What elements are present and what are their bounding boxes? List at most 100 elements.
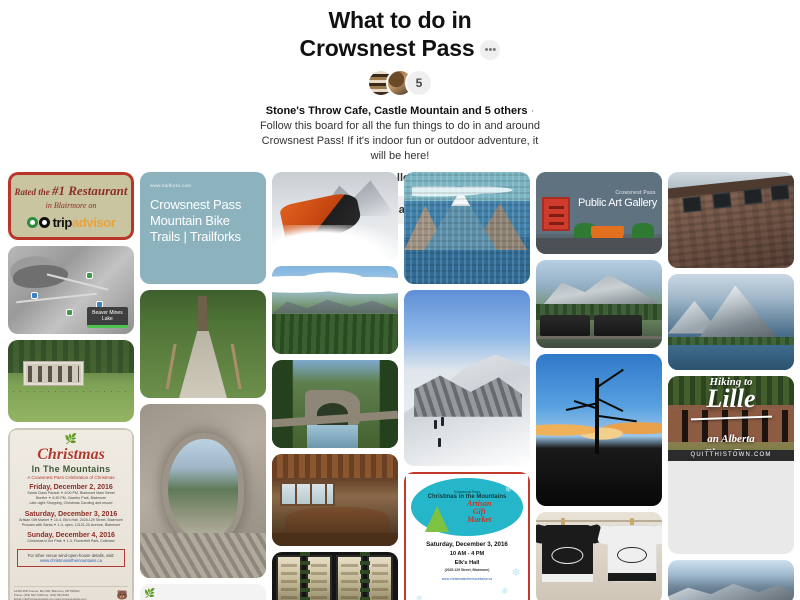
brick-building-artwork	[668, 172, 794, 268]
bear-logo-icon: 🐻	[116, 590, 128, 600]
map-label: Beaver Mines Lake	[87, 306, 128, 328]
sleeve	[596, 524, 614, 545]
pin-dusk-tree-silhouette[interactable]	[536, 354, 662, 506]
snow-spray	[272, 224, 398, 260]
gallery-sign-line-2: Public Art Gallery	[578, 196, 657, 209]
valley-artwork	[272, 266, 398, 354]
brand-advisor: advisor	[71, 214, 116, 230]
fence-line	[13, 390, 129, 392]
hiker	[440, 416, 444, 426]
rock-rubble	[140, 532, 266, 578]
poster-day2-event-2: Pictures with Santa ✦ 1-4, open, 13101-2…	[21, 522, 121, 527]
pin-tripadvisor-ad[interactable]: Rated the #1 Restaurant in Blairmore on …	[8, 172, 134, 240]
pin-train-and-mountain[interactable]	[536, 260, 662, 348]
pin-grid: Rated the #1 Restaurant in Blairmore on …	[8, 172, 800, 600]
red-door	[542, 196, 571, 232]
pin-clipped-mountains[interactable]	[668, 560, 794, 600]
pin-tshirts-clothesline[interactable]	[536, 512, 662, 600]
pin-column-3	[272, 172, 398, 600]
pin-snowmobiling[interactable]	[272, 172, 398, 260]
map-label-line-2: Lake	[101, 315, 113, 322]
holly-icon: 🌿	[144, 588, 156, 598]
vine	[360, 552, 371, 600]
pin-hiking-to-lille[interactable]: Hiking to Lille an Alberta Ghost Town QU…	[668, 376, 794, 554]
rock-arch-artwork	[140, 404, 266, 578]
pin-public-art-gallery[interactable]: Crowsnest Pass Public Art Gallery	[536, 172, 662, 254]
pin-clipped-pin[interactable]: 🌿	[140, 584, 266, 600]
pin-christmas-in-the-mountains-poster[interactable]: 🌿 Christmas In The Mountains A Crowsnest…	[8, 428, 134, 600]
pin-beaver-mines-lake-map[interactable]: Beaver Mines Lake	[8, 246, 134, 334]
tripadvisor-line-2: in Blairmore on	[45, 200, 97, 210]
tshirts-artwork	[536, 512, 662, 600]
poster-title: Christmas	[37, 446, 105, 463]
avatar-stack[interactable]: 5	[367, 69, 433, 97]
pin-artisan-gift-market-poster[interactable]: ❄ Crowsnest Pass Christmas in the Mounta…	[404, 472, 530, 600]
railroad-track	[536, 336, 662, 340]
window-panel	[366, 555, 393, 600]
pin-mountain-valley[interactable]	[272, 266, 398, 354]
pin-boardwalk-bridge[interactable]	[140, 290, 266, 398]
panels-artwork	[272, 552, 398, 600]
pin-column-5: Crowsnest Pass Public Art Gallery	[536, 172, 662, 600]
snowflake-icon: ❄	[415, 593, 423, 600]
owl-eyes-icon	[26, 216, 50, 228]
tripadvisor-wordmark: tripadvisor	[53, 215, 116, 230]
map-marker-icon	[30, 291, 38, 299]
poster-footer: 12345-20th Avenue, Box 600, Blairmore, A…	[14, 586, 128, 600]
pin-trailforks-card[interactable]: www.trailforks.com Crowsnest Pass Mounta…	[140, 172, 266, 284]
market-date: Saturday, December 3, 2016	[426, 540, 508, 548]
tree-branch	[595, 369, 625, 390]
pin-knit-mountain-graphic[interactable]	[404, 172, 530, 284]
wood-floor	[272, 533, 398, 546]
lille-line-3: an Alberta	[707, 433, 755, 445]
mountain	[541, 274, 657, 308]
train-car	[539, 314, 591, 336]
poster-footer-contact: 12345-20th Avenue, Box 600, Blairmore, A…	[14, 589, 87, 600]
holly-icon: 🌿	[64, 434, 78, 445]
snowmobile-artwork	[272, 172, 398, 260]
sleeve	[650, 524, 662, 545]
orange-bench	[591, 226, 625, 236]
christmas-poster-artwork: 🌿 Christmas In The Mountains A Crowsnest…	[8, 428, 134, 600]
sleeve	[536, 523, 549, 545]
lille-line-2: Lille	[706, 384, 756, 413]
dusk-tree-artwork	[536, 354, 662, 506]
pin-rock-arch-viewpoint[interactable]	[140, 404, 266, 578]
poster-day-2: Saturday, December 3, 2016	[24, 510, 118, 518]
pin-brick-building[interactable]	[668, 172, 794, 268]
poster-day1-event-3: Late-night Shopping, Christmas Caroling …	[29, 501, 113, 506]
pin-stone-ruins-field[interactable]	[8, 340, 134, 422]
collaborator-count-badge[interactable]: 5	[405, 69, 433, 97]
window	[712, 192, 732, 210]
poster-url: www.christmasinthemountains.ca	[40, 558, 102, 564]
tripadvisor-rank-text: #1 Restaurant	[52, 182, 128, 198]
collaborator-names[interactable]: Stone's Throw Cafe, Castle Mountain	[266, 105, 459, 117]
shirt-hem	[542, 573, 593, 582]
pin-snowy-mountain-hike[interactable]	[404, 290, 530, 466]
pin-stone-bridge-creek[interactable]	[272, 360, 398, 448]
window-panel	[336, 555, 363, 600]
map-road	[15, 292, 97, 304]
market-artisan-line-3: Market	[467, 515, 492, 525]
snowflake-icon: ❄	[500, 586, 509, 597]
map-marker-icon	[86, 272, 94, 280]
tripadvisor-rated-text: Rated the	[14, 186, 52, 197]
collaborator-others[interactable]: and 5 others	[459, 105, 527, 117]
board-options-icon[interactable]: •••	[480, 40, 501, 60]
mountain-lake-artwork	[668, 274, 794, 370]
clothesline	[536, 520, 662, 523]
description-body: Follow this board for all the fun things…	[259, 120, 541, 162]
clipped-pin-artwork: 🌿	[140, 584, 266, 600]
page-title: What to do in Crowsnest Pass •••	[0, 6, 800, 62]
interior-artwork	[272, 454, 398, 546]
poster-subtitle: In The Mountains	[31, 464, 111, 474]
pin-wood-interior-room[interactable]	[272, 454, 398, 546]
poster-day3-event-1: Christmas in the Park ✦ 1-3, Flumerfelt …	[27, 539, 115, 544]
mountain-ridge	[272, 299, 398, 314]
shirt-logo	[616, 546, 647, 564]
poster-tagline: A Crowsnest Pass Celebration of Christma…	[27, 475, 115, 480]
pin-window-panels[interactable]	[272, 552, 398, 600]
board-title-line-2: Crowsnest Pass	[299, 35, 475, 61]
pin-mountain-lake[interactable]	[668, 274, 794, 370]
trailforks-title: Crowsnest Pass Mountain Bike Trails | Tr…	[150, 197, 242, 244]
